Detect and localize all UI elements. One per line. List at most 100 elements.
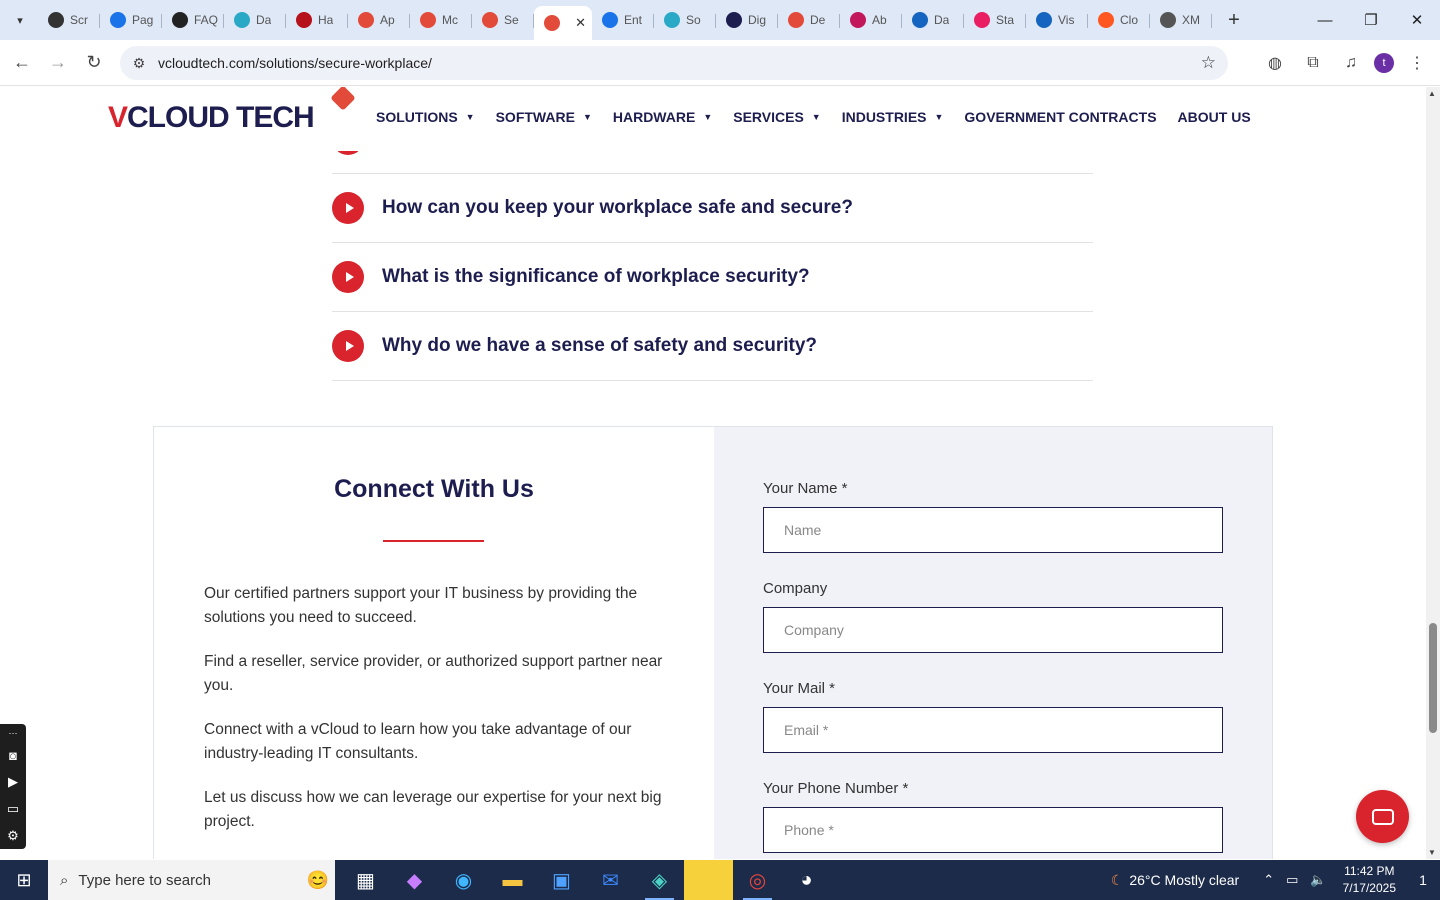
- tab-title: Vis: [1058, 13, 1075, 27]
- reload-button[interactable]: ↻: [76, 45, 112, 81]
- tray-chevron-icon[interactable]: ⌃: [1263, 872, 1274, 888]
- browser-tab[interactable]: ✕: [534, 6, 592, 40]
- connect-paragraph: Connect with a vCloud to learn how you t…: [204, 721, 632, 762]
- window-controls: — ❐ ✕: [1302, 0, 1440, 40]
- chat-button[interactable]: [1356, 790, 1409, 843]
- site-info-icon[interactable]: ⚙: [124, 55, 154, 72]
- tab-favicon-icon: [234, 12, 250, 28]
- nav-item-hardware[interactable]: HARDWARE ▼: [613, 109, 712, 125]
- file-explorer-icon[interactable]: ▬: [488, 860, 537, 900]
- browser-tab[interactable]: Ap: [348, 4, 410, 36]
- volume-icon[interactable]: 🔈: [1310, 872, 1326, 888]
- phone-field[interactable]: [763, 807, 1223, 853]
- store-icon[interactable]: ▣: [537, 860, 586, 900]
- browser-tab[interactable]: Ha: [286, 4, 348, 36]
- close-window-button[interactable]: ✕: [1394, 0, 1440, 40]
- zoom-icon[interactable]: ◕: [782, 860, 831, 900]
- browser-tab[interactable]: So: [654, 4, 716, 36]
- browser-tab[interactable]: Ab: [840, 4, 902, 36]
- browser-tab[interactable]: Scr: [38, 4, 100, 36]
- tab-title: Dig: [748, 13, 767, 27]
- copilot-icon[interactable]: ◆: [390, 860, 439, 900]
- nav-item-services[interactable]: SERVICES ▼: [733, 109, 820, 125]
- tab-favicon-icon: [726, 12, 742, 28]
- notification-center-icon[interactable]: 1: [1406, 872, 1440, 888]
- nav-label: SERVICES: [733, 109, 804, 125]
- video-icon[interactable]: ▶: [8, 769, 18, 796]
- camera-icon[interactable]: ◙: [9, 742, 17, 769]
- network-icon[interactable]: ▭: [1286, 872, 1298, 888]
- email-field[interactable]: [763, 707, 1223, 753]
- system-tray: ☾ 26°C Mostly clear ⌃ ▭ 🔈 11:42 PM 7/17/…: [1111, 860, 1440, 900]
- browser-tab[interactable]: Ent: [592, 4, 654, 36]
- extensions-icon[interactable]: ⧉: [1298, 46, 1328, 80]
- weather-widget[interactable]: ☾ 26°C Mostly clear: [1111, 872, 1239, 889]
- tab-title: Se: [504, 13, 519, 27]
- faq-item[interactable]: What is the significance of workplace se…: [332, 257, 1093, 297]
- browser-tab[interactable]: Sta: [964, 4, 1026, 36]
- nav-item-solutions[interactable]: SOLUTIONS ▼: [376, 109, 475, 125]
- app-icon[interactable]: ◈: [635, 860, 684, 900]
- browser-tab[interactable]: De: [778, 4, 840, 36]
- task-view-icon[interactable]: ▦: [341, 860, 390, 900]
- nav-item-government-contracts[interactable]: GOVERNMENT CONTRACTS: [964, 109, 1156, 125]
- restore-button[interactable]: ❐: [1348, 0, 1394, 40]
- translate-icon[interactable]: ◍: [1260, 46, 1290, 80]
- settings-gear-icon[interactable]: ⚙: [7, 822, 19, 849]
- clock-date: 7/17/2025: [1342, 881, 1396, 895]
- scroll-down-icon[interactable]: ▼: [1428, 848, 1436, 857]
- company-field[interactable]: [763, 607, 1223, 653]
- browser-tab[interactable]: Da: [902, 4, 964, 36]
- bookmark-star-icon[interactable]: ☆: [1201, 53, 1216, 73]
- back-button[interactable]: ←: [4, 45, 40, 81]
- minimize-button[interactable]: —: [1302, 0, 1348, 40]
- faq-item[interactable]: Why do we have a sense of safety and sec…: [332, 326, 1093, 366]
- weather-icon: ☾: [1110, 871, 1124, 888]
- title-divider: [383, 540, 484, 542]
- nav-item-about-us[interactable]: ABOUT US: [1178, 109, 1251, 125]
- browser-tab[interactable]: Da: [224, 4, 286, 36]
- browser-tab[interactable]: XM: [1150, 4, 1212, 36]
- close-tab-icon[interactable]: ✕: [575, 15, 586, 31]
- browser-tab[interactable]: Dig: [716, 4, 778, 36]
- nav-item-industries[interactable]: INDUSTRIES ▼: [842, 109, 944, 125]
- faq-question: What is the significance of workplace se…: [382, 266, 810, 287]
- search-highlight-icon: 😊: [306, 869, 329, 890]
- profile-avatar[interactable]: t: [1374, 53, 1394, 73]
- divider: [332, 311, 1093, 312]
- address-bar[interactable]: ⚙ vcloudtech.com/solutions/secure-workpl…: [120, 46, 1228, 80]
- browser-tab[interactable]: Clo: [1088, 4, 1150, 36]
- media-control-icon[interactable]: ♫: [1336, 46, 1366, 80]
- page-scrollbar[interactable]: ▲ ▼: [1426, 87, 1440, 859]
- name-field[interactable]: [763, 507, 1223, 553]
- scroll-up-icon[interactable]: ▲: [1428, 89, 1436, 98]
- tab-favicon-icon: [664, 12, 680, 28]
- scrollbar-thumb[interactable]: [1429, 623, 1437, 733]
- window-icon[interactable]: ▭: [7, 795, 19, 822]
- new-tab-button[interactable]: +: [1220, 9, 1248, 32]
- more-icon[interactable]: ⋯: [9, 726, 18, 742]
- page-viewport: VCLOUD TECH SOLUTIONS ▼ SOFTWARE ▼ HARDWARE ▼…: [0, 87, 1426, 859]
- menu-kebab-icon[interactable]: ⋮: [1402, 46, 1432, 80]
- chrome-icon[interactable]: ◎: [733, 860, 782, 900]
- url-text[interactable]: vcloudtech.com/solutions/secure-workplac…: [158, 55, 432, 71]
- faq-item[interactable]: How can you keep your workplace safe and…: [332, 188, 1093, 228]
- browser-tab[interactable]: Pag: [100, 4, 162, 36]
- tab-title: Ha: [318, 13, 334, 27]
- browser-tab[interactable]: FAQ: [162, 4, 224, 36]
- forward-button[interactable]: →: [40, 45, 76, 81]
- tab-search-button[interactable]: ▾: [6, 6, 34, 34]
- mail-icon[interactable]: ✉: [586, 860, 635, 900]
- sticky-notes-icon[interactable]: [684, 860, 733, 900]
- nav-item-software[interactable]: SOFTWARE ▼: [496, 109, 592, 125]
- browser-tab[interactable]: Se: [472, 4, 534, 36]
- browser-tab[interactable]: Vis: [1026, 4, 1088, 36]
- clock[interactable]: 11:42 PM 7/17/2025: [1343, 863, 1396, 897]
- browser-tab-bar: ▾ Scr Pag FAQ Da Ha Ap Mc Se ✕ Ent So Dig De Ab Da Sta V…: [0, 0, 1440, 40]
- site-header: VCLOUD TECH SOLUTIONS ▼ SOFTWARE ▼ HARDWARE ▼…: [0, 87, 1426, 151]
- browser-tab[interactable]: Mc: [410, 4, 472, 36]
- vcloud-tech-logo[interactable]: VCLOUD TECH: [108, 87, 356, 135]
- taskbar-search-box[interactable]: ⌕ Type here to search 😊: [48, 860, 335, 900]
- start-button[interactable]: ⊞: [0, 860, 48, 900]
- edge-icon[interactable]: ◉: [439, 860, 488, 900]
